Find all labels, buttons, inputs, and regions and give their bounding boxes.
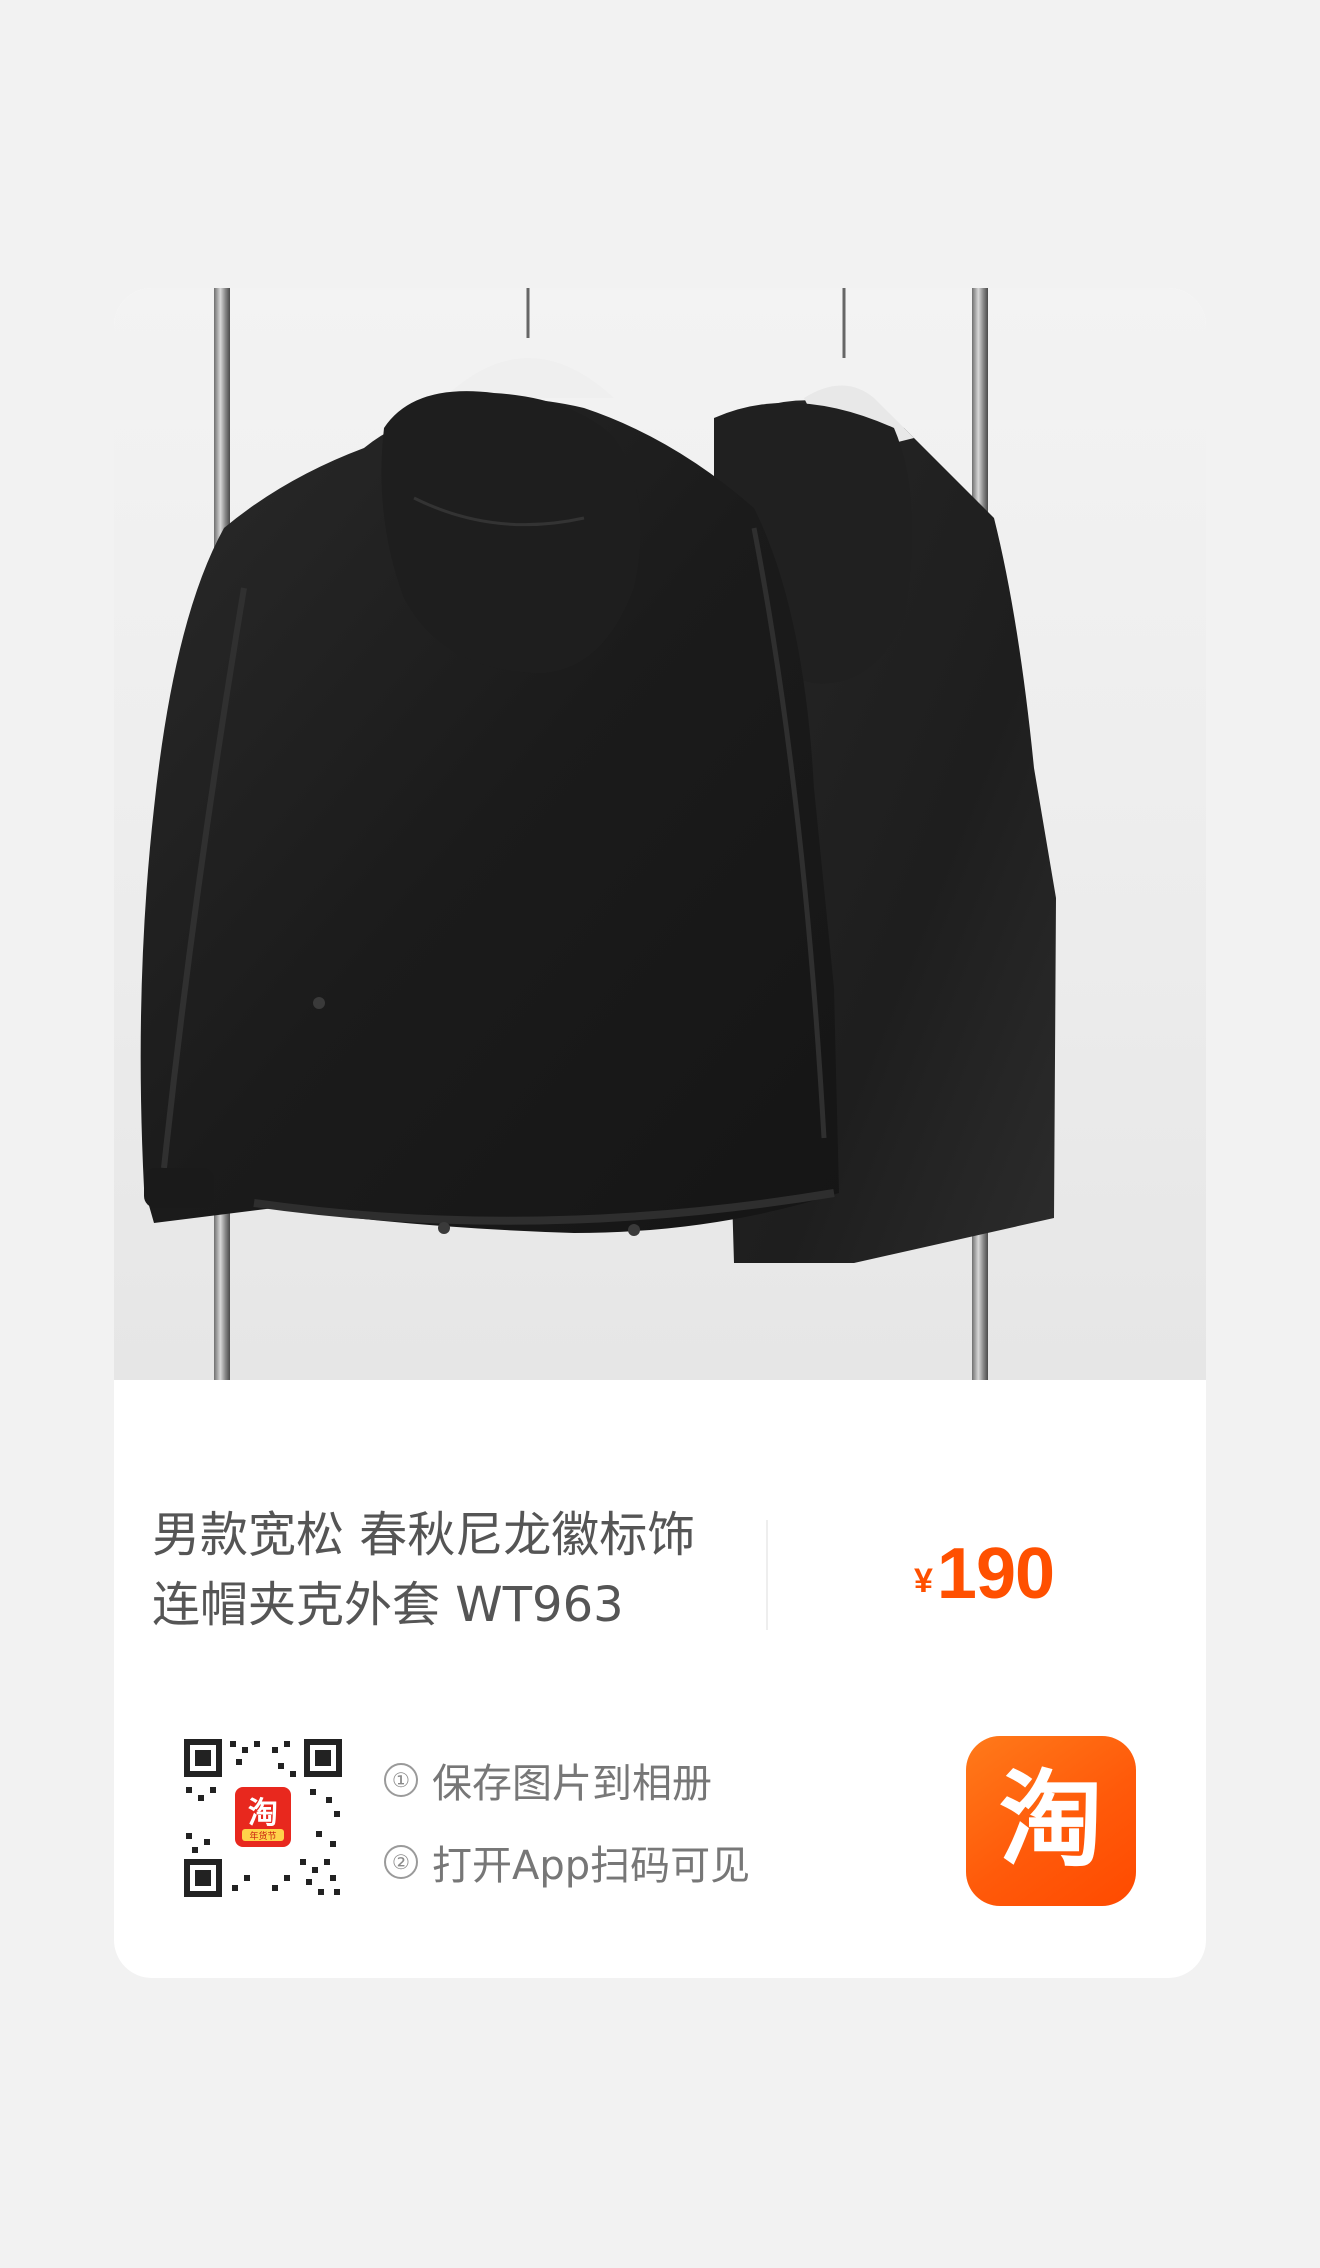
step-1-number: ① bbox=[384, 1763, 418, 1797]
product-price: ¥190 bbox=[914, 1533, 1055, 1615]
step-1-text: 保存图片到相册 bbox=[432, 1761, 712, 1807]
qr-badge-sub: 年货节 bbox=[249, 1830, 276, 1842]
product-title-line-1: 男款宽松 春秋尼龙徽标饰 bbox=[152, 1507, 696, 1563]
share-card: 男款宽松 春秋尼龙徽标饰 连帽夹克外套 WT963 ¥190 淘 年货节 ① 保… bbox=[114, 288, 1206, 1978]
step-2-text: 打开App扫码可见 bbox=[432, 1843, 751, 1889]
step-scan: ② 打开App扫码可见 bbox=[384, 1832, 750, 1892]
taobao-logo-glyph: 淘 bbox=[999, 1759, 1103, 1881]
qr-code[interactable]: 淘 年货节 bbox=[180, 1735, 346, 1901]
step-2-number: ② bbox=[384, 1845, 418, 1879]
product-photo bbox=[114, 288, 1206, 1380]
taobao-app-icon[interactable]: 淘 bbox=[966, 1736, 1136, 1906]
qr-badge-glyph: 淘 bbox=[248, 1796, 278, 1831]
step-save: ① 保存图片到相册 bbox=[384, 1750, 750, 1810]
currency-symbol: ¥ bbox=[914, 1562, 933, 1600]
price-value: 190 bbox=[936, 1534, 1055, 1614]
product-title: 男款宽松 春秋尼龙徽标饰 连帽夹克外套 WT963 bbox=[152, 1500, 752, 1640]
divider bbox=[766, 1520, 768, 1630]
product-title-line-2: 连帽夹克外套 WT963 bbox=[152, 1577, 624, 1633]
scan-instructions: ① 保存图片到相册 ② 打开App扫码可见 bbox=[384, 1750, 750, 1914]
